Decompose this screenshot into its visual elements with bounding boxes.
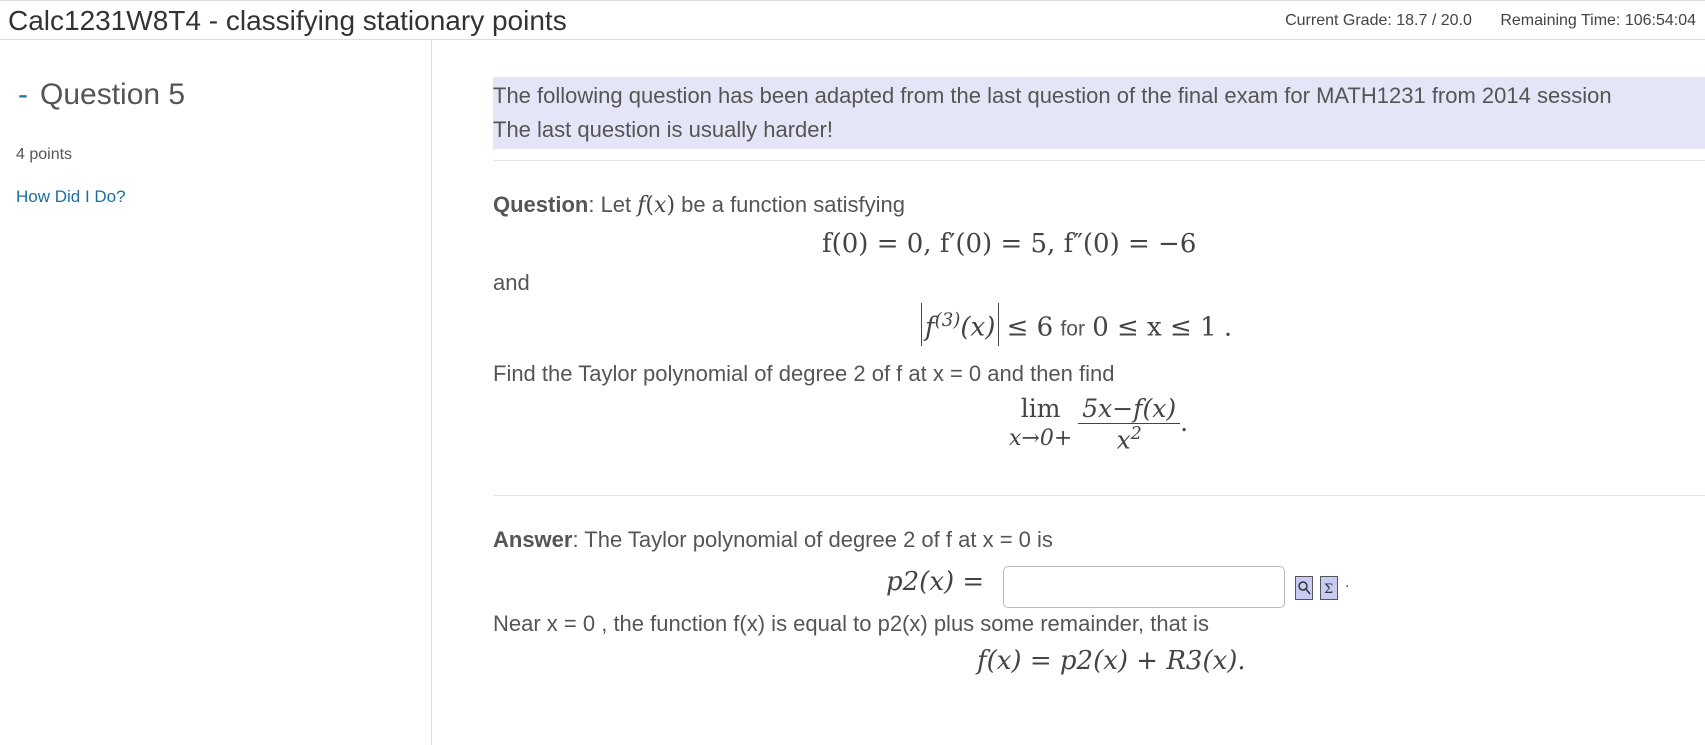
question-sidebar: - Question 5 4 points How Did I Do?: [0, 40, 432, 745]
question-body: The following question has been adapted …: [493, 40, 1705, 745]
find-instruction: Find the Taylor polynomial of degree 2 o…: [493, 361, 1115, 386]
question-statement: Question: Let f(x) be a function satisfy…: [493, 192, 905, 218]
limit-fraction: 5x−f(x) x2: [1078, 394, 1181, 455]
intro-line-2: The last question is usually harder!: [493, 117, 833, 142]
limit-operator: lim x→0+: [1009, 394, 1072, 454]
fraction-denominator: x2: [1116, 424, 1142, 455]
question-heading[interactable]: - Question 5: [18, 78, 185, 112]
divider: [493, 160, 1705, 161]
answer-period: .: [1345, 574, 1350, 591]
fraction-numerator: 5x−f(x): [1078, 394, 1181, 424]
answer-statement: Answer: The Taylor polynomial of degree …: [493, 527, 1053, 553]
how-did-i-do-link[interactable]: How Did I Do?: [16, 187, 126, 207]
grade-and-timer: Current Grade: 18.7 / 20.0 Remaining Tim…: [1285, 12, 1696, 30]
lim-subscript: x→0+: [1009, 426, 1073, 452]
intro-line-1: The following question has been adapted …: [493, 83, 1612, 108]
collapse-dash-icon[interactable]: -: [18, 78, 28, 111]
answer-label: Answer: [493, 527, 573, 552]
lim-word: lim: [1020, 394, 1061, 424]
limit-expression: lim x→0+ 5x−f(x) x2 .: [1009, 394, 1189, 455]
derivative-bound: f(3)(x) ≤ 6 for 0 ≤ x ≤ 1 .: [921, 303, 1232, 346]
preview-icon[interactable]: [1295, 576, 1313, 600]
initial-conditions-equation: f(0) = 0, f′(0) = 5, f″(0) = −6: [822, 229, 1197, 259]
bound-range: 0 ≤ x ≤ 1: [1092, 312, 1217, 343]
near-statement: Near x = 0 , the function f(x) is equal …: [493, 611, 1209, 636]
question-label: Question: [493, 192, 589, 217]
top-bar: Calc1231W8T4 - classifying stationary po…: [0, 0, 1705, 40]
third-derivative-abs: f(3)(x): [921, 303, 1000, 346]
remaining-time: Remaining Time: 106:54:04: [1500, 12, 1696, 29]
p2-answer-input[interactable]: [1003, 566, 1285, 608]
question-number: Question 5: [40, 78, 186, 111]
equation-editor-icon[interactable]: Σ: [1320, 576, 1338, 600]
question-satisfy-text: be a function satisfying: [675, 192, 905, 217]
question-points: 4 points: [16, 146, 73, 163]
bound-value: ≤ 6: [1006, 312, 1054, 343]
answer-text: : The Taylor polynomial of degree 2 of f…: [572, 527, 1053, 552]
remainder-equation: f(x) = p2(x) + R3(x).: [977, 646, 1246, 676]
divider: [493, 495, 1705, 496]
svg-text:Σ: Σ: [1324, 582, 1333, 597]
current-grade: Current Grade: 18.7 / 20.0: [1285, 12, 1472, 29]
intro-note: The following question has been adapted …: [493, 77, 1705, 149]
bound-for: for: [1060, 317, 1085, 341]
page-title: Calc1231W8T4 - classifying stationary po…: [8, 5, 567, 36]
question-let: : Let: [588, 192, 638, 217]
p2-label: p2(x) =: [886, 567, 985, 597]
and-text: and: [493, 270, 530, 295]
